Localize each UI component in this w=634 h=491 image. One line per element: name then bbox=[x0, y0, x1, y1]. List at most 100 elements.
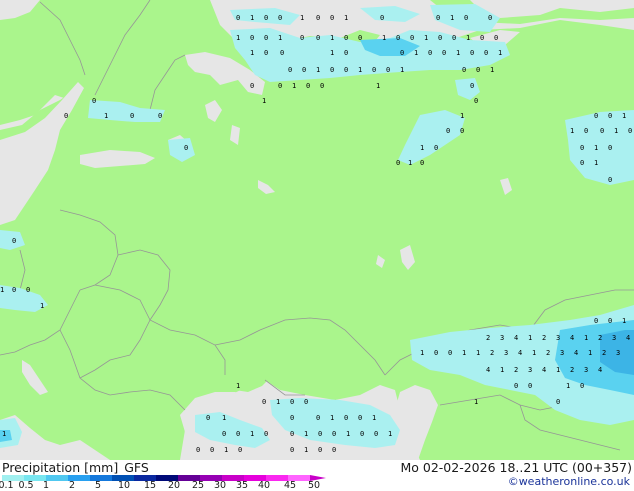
precip-value-marker: 0 bbox=[446, 127, 450, 135]
precip-value-marker: 1 bbox=[292, 82, 296, 90]
precip-value-marker: 0 bbox=[210, 446, 214, 454]
precip-value-marker: 0 bbox=[332, 430, 336, 438]
precip-value-marker: 1 bbox=[474, 398, 478, 406]
precip-value-marker: 0 bbox=[92, 97, 96, 105]
precip-value-marker: 0 bbox=[386, 66, 390, 74]
precip-value-marker: 1 bbox=[588, 349, 592, 357]
precip-value-marker: 3 bbox=[612, 334, 616, 342]
precip-value-marker: 0 bbox=[238, 446, 242, 454]
precip-value-marker: 1 bbox=[250, 430, 254, 438]
precip-value-marker: 0 bbox=[320, 82, 324, 90]
model-name: GFS bbox=[124, 460, 149, 475]
precip-value-marker: 1 bbox=[236, 382, 240, 390]
precip-value-marker: 0 bbox=[448, 349, 452, 357]
precip-value-marker: 1 bbox=[304, 430, 308, 438]
precip-value-marker: 1 bbox=[490, 66, 494, 74]
precip-value-marker: 0 bbox=[158, 112, 162, 120]
precip-value-marker: 0 bbox=[462, 66, 466, 74]
precip-value-marker: 4 bbox=[598, 366, 602, 374]
precip-value-marker: 0 bbox=[580, 159, 584, 167]
precip-value-marker: 0 bbox=[628, 127, 632, 135]
credit-link[interactable]: ©weatheronline.co.uk bbox=[508, 475, 630, 488]
precip-value-marker: 0 bbox=[474, 97, 478, 105]
precip-value-marker: 0 bbox=[196, 446, 200, 454]
precip-value-marker: 2 bbox=[486, 334, 490, 342]
legend-tick-label: 20 bbox=[167, 480, 181, 491]
precip-value-marker: 1 bbox=[614, 127, 618, 135]
precip-value-marker: 0 bbox=[608, 144, 612, 152]
precip-value-marker: 1 bbox=[250, 49, 254, 57]
precip-value-marker: 0 bbox=[528, 382, 532, 390]
precip-value-marker: 0 bbox=[428, 49, 432, 57]
legend-tick-label: 1 bbox=[42, 480, 50, 491]
precip-value-marker: 4 bbox=[574, 349, 578, 357]
precip-value-marker: 1 bbox=[330, 49, 334, 57]
precip-value-marker: 4 bbox=[626, 334, 630, 342]
precip-value-marker: 3 bbox=[556, 334, 560, 342]
precip-value-marker: 1 bbox=[408, 159, 412, 167]
precip-value-marker: 2 bbox=[514, 366, 518, 374]
precip-value-marker: 4 bbox=[542, 366, 546, 374]
precip-value-marker: 0 bbox=[306, 82, 310, 90]
precip-value-marker: 3 bbox=[616, 349, 620, 357]
precip-value-marker: 0 bbox=[600, 127, 604, 135]
precip-value-marker: 0 bbox=[12, 237, 16, 245]
legend-tick-label: 45 bbox=[283, 480, 297, 491]
precip-value-marker: 0 bbox=[330, 14, 334, 22]
precip-value-marker: 1 bbox=[344, 14, 348, 22]
precip-value-marker: 4 bbox=[518, 349, 522, 357]
precip-value-marker: 0 bbox=[316, 14, 320, 22]
precip-value-marker: 1 bbox=[278, 34, 282, 42]
precip-value-marker: 0 bbox=[358, 34, 362, 42]
precip-value-marker: 0 bbox=[358, 414, 362, 422]
precip-value-marker: 1 bbox=[224, 446, 228, 454]
legend-tick-label: 0.5 bbox=[18, 480, 34, 491]
precip-value-marker: 1 bbox=[414, 49, 418, 57]
precip-value-marker: 1 bbox=[424, 34, 428, 42]
precip-value-marker: 0 bbox=[316, 414, 320, 422]
precip-value-marker: 0 bbox=[580, 382, 584, 390]
precip-value-marker: 1 bbox=[346, 430, 350, 438]
precip-value-marker: 0 bbox=[344, 66, 348, 74]
precipitation-map: 0 1 0 0 1 0 0 1 0 0 1 0 01 0 0 1 0 0 1 0 0 1 0 0 1 0 0 1 0 01 0 0 1 0 0 1 0 0… bbox=[0, 0, 634, 460]
precip-value-marker: 0 bbox=[452, 34, 456, 42]
precip-value-marker: 0 bbox=[476, 66, 480, 74]
precip-value-marker: 0 bbox=[396, 159, 400, 167]
precip-value-marker: 0 bbox=[436, 14, 440, 22]
precip-value-marker: 1 bbox=[450, 14, 454, 22]
precip-value-marker: 4 bbox=[570, 334, 574, 342]
precip-value-marker: 0 bbox=[318, 446, 322, 454]
precip-value-marker: 0 bbox=[556, 398, 560, 406]
precip-value-marker: 0 bbox=[438, 34, 442, 42]
precip-value-marker: 1 bbox=[594, 144, 598, 152]
precip-value-marker: 0 bbox=[332, 446, 336, 454]
precip-value-marker: 1 bbox=[460, 112, 464, 120]
precip-value-marker: 0 bbox=[372, 66, 376, 74]
precip-value-marker: 0 bbox=[584, 127, 588, 135]
precip-value-marker: 3 bbox=[528, 366, 532, 374]
precip-value-marker: 1 bbox=[276, 398, 280, 406]
precip-title: Precipitation [mm] bbox=[2, 460, 119, 475]
precip-value-marker: 1 bbox=[420, 349, 424, 357]
precip-value-marker: 0 bbox=[250, 34, 254, 42]
precip-value-marker: 2 bbox=[546, 349, 550, 357]
precip-value-marker: 1 bbox=[566, 382, 570, 390]
precip-value-marker: 0 bbox=[236, 14, 240, 22]
legend-tick-label: 15 bbox=[143, 480, 157, 491]
precip-value-marker: 0 bbox=[594, 317, 598, 325]
precip-value-marker: 0 bbox=[290, 414, 294, 422]
precip-value-marker: 1 bbox=[376, 82, 380, 90]
precip-value-marker: 1 bbox=[40, 302, 44, 310]
precip-value-marker: 0 bbox=[374, 430, 378, 438]
precip-value-marker: 0 bbox=[26, 286, 30, 294]
precip-value-marker: 1 bbox=[622, 317, 626, 325]
precip-value-marker: 1 bbox=[556, 366, 560, 374]
legend-tick-label: 25 bbox=[191, 480, 205, 491]
precip-value-marker: 0 bbox=[360, 430, 364, 438]
precip-value-marker: 4 bbox=[514, 334, 518, 342]
precip-value-marker: 1 bbox=[0, 286, 4, 294]
precip-value-marker: 0 bbox=[380, 14, 384, 22]
precip-value-marker: 0 bbox=[236, 430, 240, 438]
precip-value-marker: 1 bbox=[594, 159, 598, 167]
precip-value-marker: 1 bbox=[250, 14, 254, 22]
